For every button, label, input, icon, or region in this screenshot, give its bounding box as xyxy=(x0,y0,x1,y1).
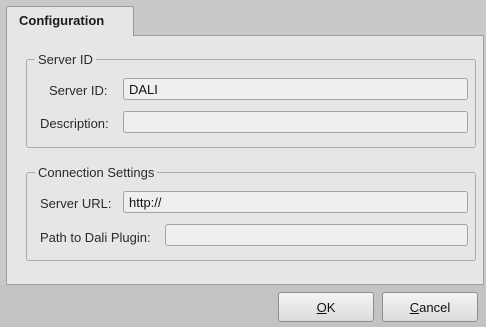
description-label: Description: xyxy=(40,116,109,131)
server-id-label: Server ID: xyxy=(49,83,108,98)
cancel-button-label-rest: ancel xyxy=(419,299,451,315)
tab-configuration[interactable]: Configuration xyxy=(6,6,134,36)
connection-settings-group: Connection Settings xyxy=(26,165,476,261)
server-url-input[interactable] xyxy=(123,191,468,213)
connection-settings-group-legend: Connection Settings xyxy=(38,165,155,180)
server-id-group-legend: Server ID xyxy=(38,52,93,67)
cancel-button-mnemonic: C xyxy=(409,299,420,315)
cancel-button[interactable]: Cancel xyxy=(382,292,478,322)
plugin-path-label: Path to Dali Plugin: xyxy=(40,230,151,245)
ok-button-label-rest: K xyxy=(326,299,336,315)
ok-button-mnemonic: O xyxy=(316,299,327,315)
description-input[interactable] xyxy=(123,111,468,133)
server-id-input[interactable] xyxy=(123,78,468,100)
tab-configuration-label: Configuration xyxy=(19,13,105,28)
server-id-group: Server ID xyxy=(26,52,476,148)
ok-button[interactable]: OK xyxy=(278,292,374,322)
server-url-label: Server URL: xyxy=(40,196,112,211)
plugin-path-input[interactable] xyxy=(165,224,468,246)
